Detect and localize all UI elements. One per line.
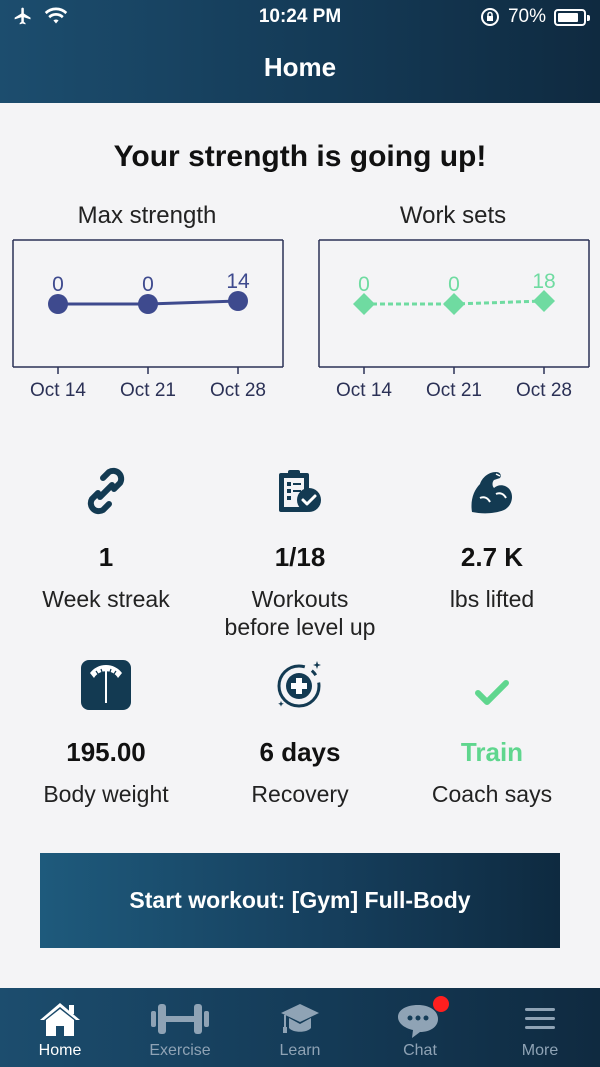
graduation-cap-icon (281, 1004, 319, 1033)
data-label: 0 (52, 273, 64, 296)
home-icon (40, 1003, 80, 1036)
link-icon (87, 467, 125, 515)
data-point (533, 290, 555, 312)
coach-stat[interactable]: Train Coach says (392, 655, 592, 808)
orientation-lock-icon (480, 8, 499, 26)
work-sets-chart[interactable]: Oct 14 Oct 21 Oct 28 0 0 18 (318, 238, 590, 408)
tab-chat-label: Chat (403, 1042, 437, 1059)
lbs-lifted-value: 2.7 K (460, 542, 524, 572)
dumbbell-icon (151, 1004, 209, 1034)
workouts-value: 1/18 (274, 542, 326, 572)
checkmark-icon (475, 680, 509, 705)
recovery-value: 6 days (259, 737, 341, 767)
tab-home-label: Home (38, 1042, 82, 1059)
x-tick-label: Oct 14 (30, 380, 86, 401)
chat-notification-badge (433, 996, 449, 1012)
coach-label: Coach says (431, 781, 553, 807)
tab-bar: Home Exercise Learn Chat More (0, 988, 600, 1067)
tab-more[interactable]: More (480, 988, 600, 1067)
week-streak-value: 1 (98, 542, 114, 572)
scale-icon (81, 660, 131, 710)
headline: Your strength is going up! (113, 140, 487, 173)
recovery-stat[interactable]: 6 days Recovery (200, 655, 400, 808)
week-streak-stat[interactable]: 1 Week streak (6, 460, 206, 613)
data-label: 0 (358, 273, 370, 296)
body-weight-label: Body weight (43, 781, 169, 807)
body-weight-value: 195.00 (66, 737, 146, 767)
tab-learn-label: Learn (279, 1042, 321, 1059)
recovery-label: Recovery (251, 781, 349, 807)
max-strength-chart-title: Max strength (77, 202, 217, 229)
data-point (48, 294, 68, 314)
tab-exercise-label: Exercise (149, 1042, 211, 1059)
max-strength-chart[interactable]: Oct 14 Oct 21 Oct 28 0 0 14 (12, 238, 284, 408)
workouts-stat[interactable]: 1/18 Workouts before level up (200, 460, 400, 641)
x-tick-label: Oct 21 (120, 380, 176, 401)
x-tick-label: Oct 21 (426, 380, 482, 401)
data-label: 14 (226, 270, 250, 293)
data-point (443, 293, 465, 315)
data-label: 18 (532, 270, 555, 293)
data-label: 0 (448, 273, 460, 296)
workouts-label: Workouts before level up (224, 586, 376, 640)
coach-value: Train (460, 737, 524, 767)
page-title: Home (263, 52, 337, 82)
data-point (138, 294, 158, 314)
start-workout-button[interactable]: Start workout: [Gym] Full-Body (40, 853, 560, 948)
status-bar: 10:24 PM 70% (0, 0, 600, 34)
battery-icon (554, 8, 590, 26)
tab-exercise[interactable]: Exercise (120, 988, 240, 1067)
data-point (228, 291, 248, 311)
lbs-lifted-label: lbs lifted (449, 586, 535, 612)
week-streak-label: Week streak (42, 586, 170, 612)
x-tick-label: Oct 14 (336, 380, 392, 401)
header: 10:24 PM 70% Home (0, 0, 600, 103)
data-label: 0 (142, 273, 154, 296)
tab-more-label: More (521, 1042, 559, 1059)
x-tick-label: Oct 28 (516, 380, 572, 401)
battery-percent: 70% (507, 6, 546, 27)
body-weight-stat[interactable]: 195.00 Body weight (6, 655, 206, 808)
tab-home[interactable]: Home (0, 988, 120, 1067)
flexed-arm-icon (471, 472, 512, 514)
lbs-lifted-stat[interactable]: 2.7 K lbs lifted (392, 460, 592, 613)
tab-chat[interactable]: Chat (360, 988, 480, 1067)
data-point (353, 293, 375, 315)
hamburger-menu-icon (525, 1008, 555, 1029)
work-sets-chart-title: Work sets (399, 202, 507, 229)
x-tick-label: Oct 28 (210, 380, 266, 401)
tab-learn[interactable]: Learn (240, 988, 360, 1067)
clipboard-check-icon (279, 470, 321, 512)
recovery-plus-icon (277, 661, 321, 708)
